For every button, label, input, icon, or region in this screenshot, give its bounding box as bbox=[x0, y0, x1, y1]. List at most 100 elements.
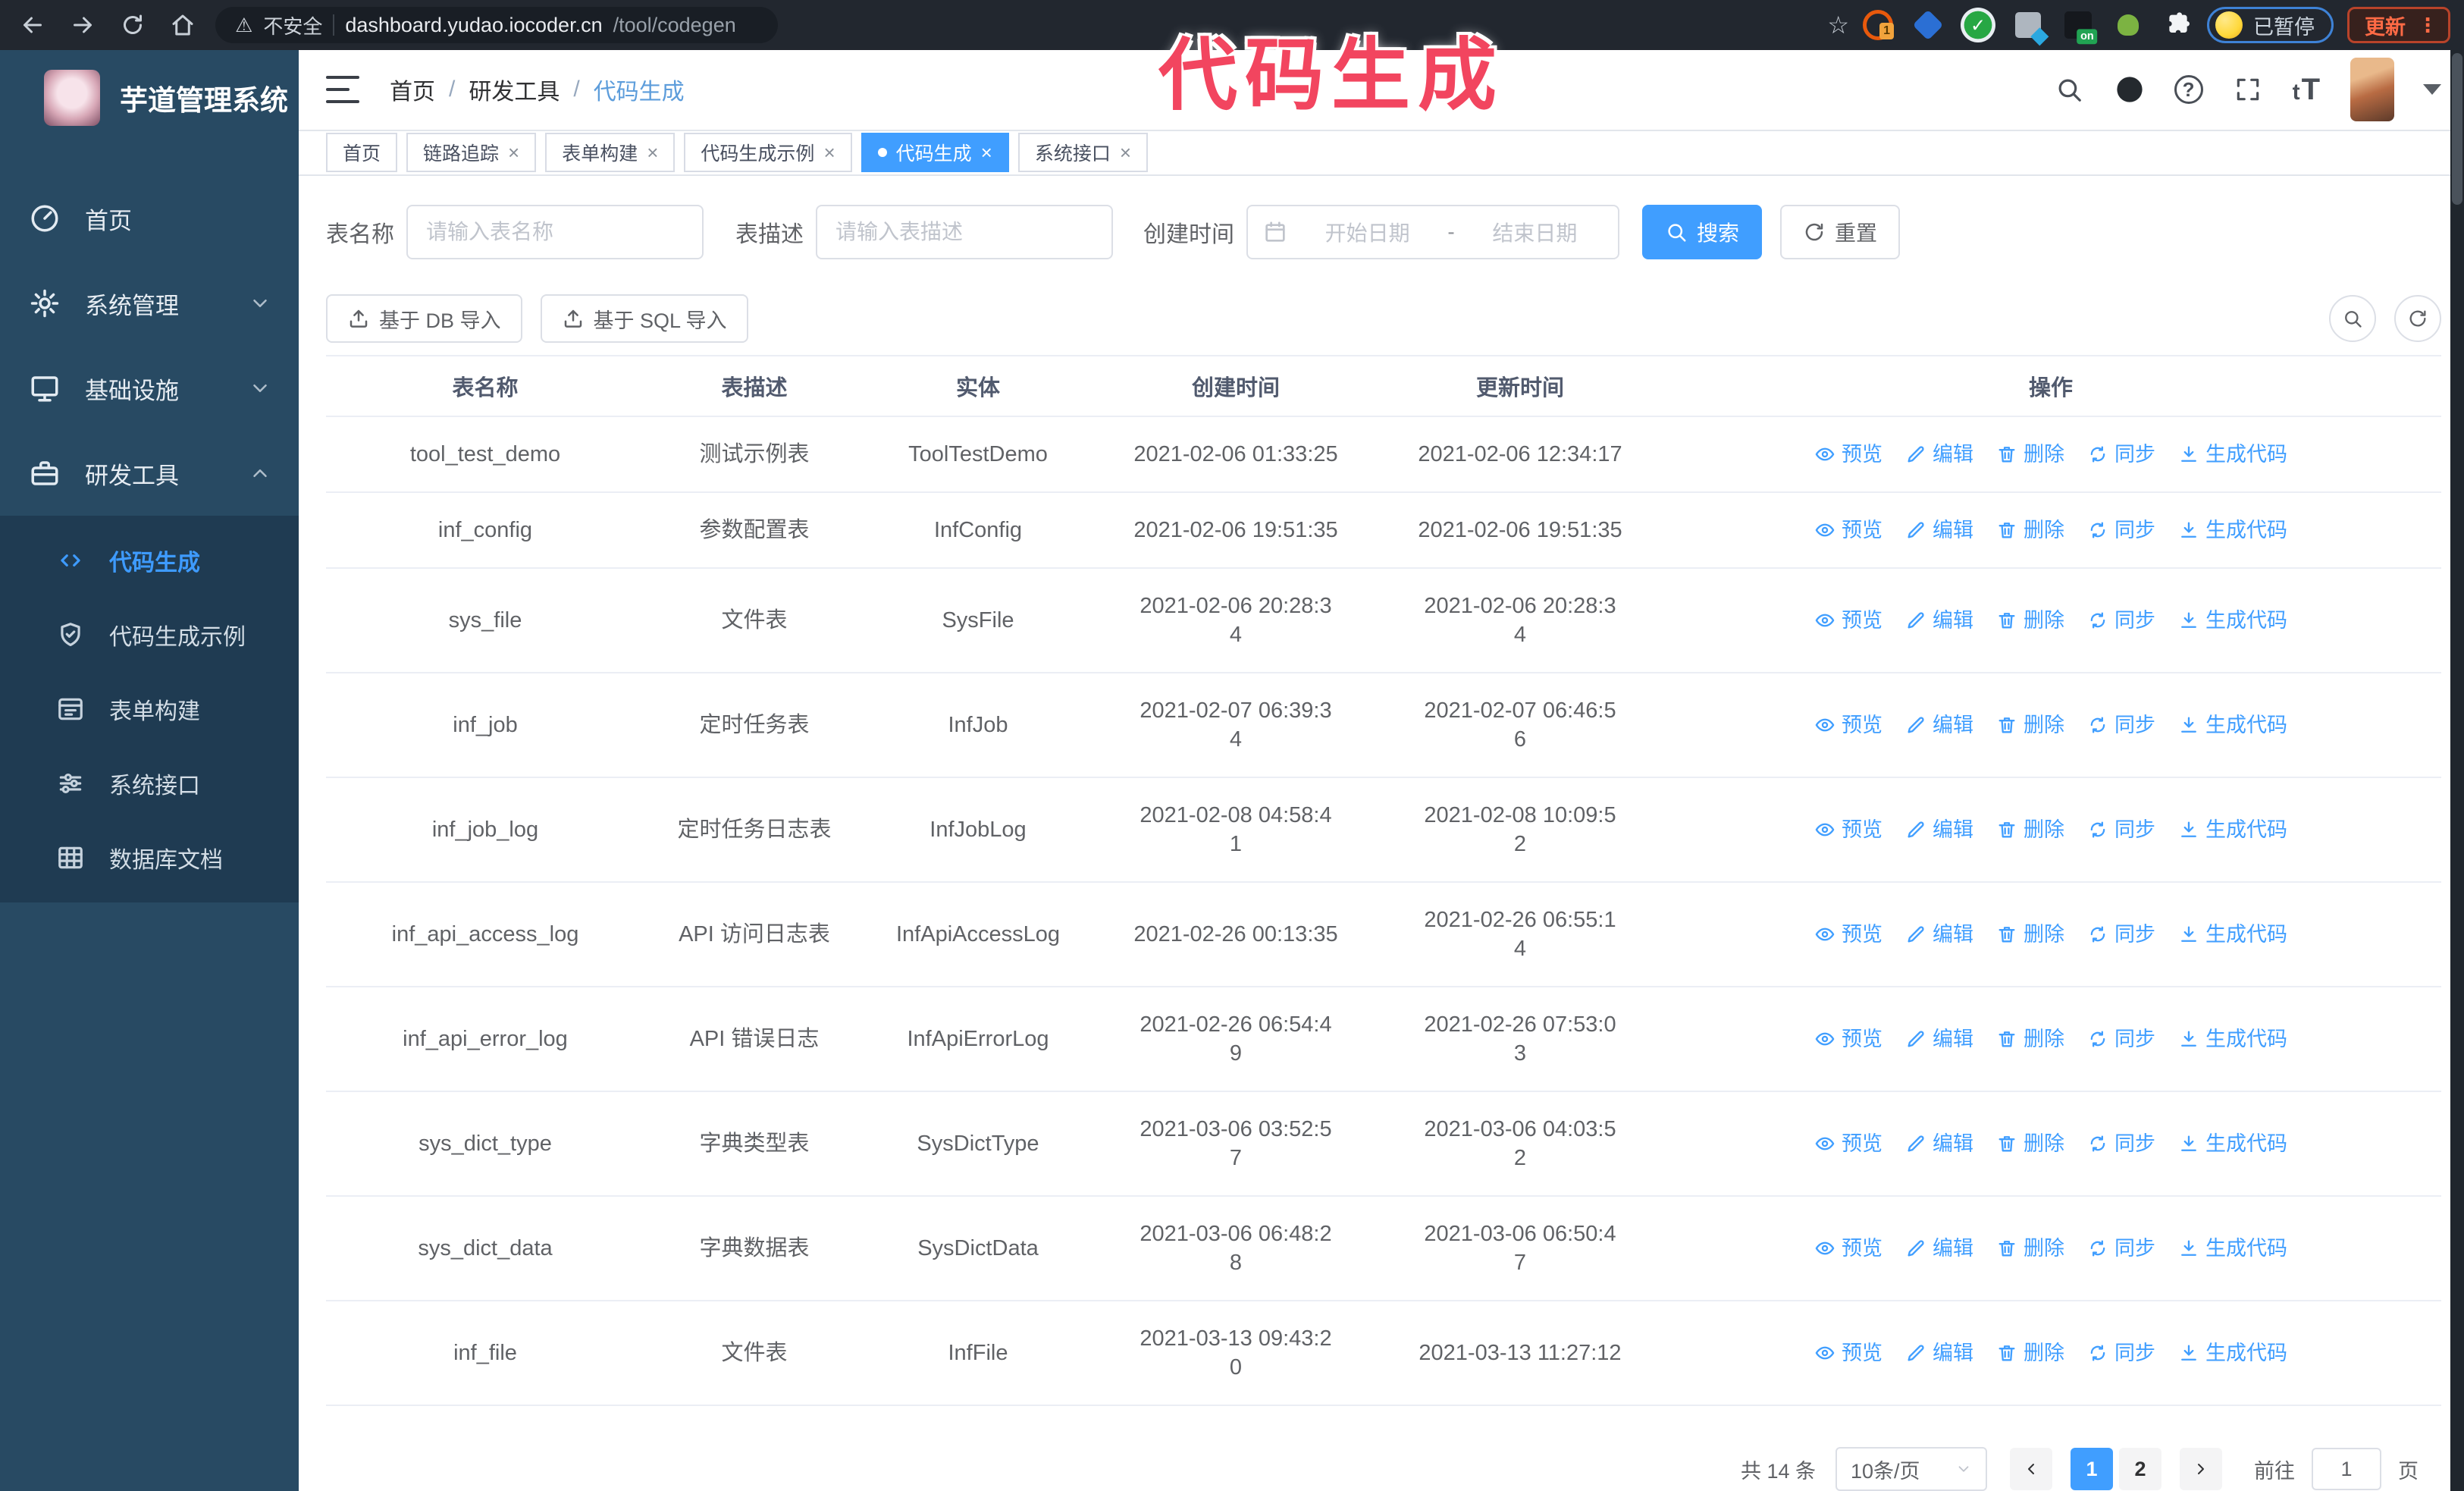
sidebar-collapse-icon[interactable] bbox=[326, 76, 359, 104]
orange-extension-icon[interactable]: 1 bbox=[1863, 10, 1894, 40]
row-action-trash[interactable]: 删除 bbox=[1996, 711, 2064, 739]
tab-4[interactable]: 代码生成 × bbox=[861, 133, 1009, 173]
row-action-eye[interactable]: 预览 bbox=[1814, 920, 1882, 949]
row-action-trash[interactable]: 删除 bbox=[1996, 440, 2064, 469]
breadcrumb-home[interactable]: 首页 bbox=[390, 73, 435, 106]
address-bar[interactable]: ⚠ 不安全 dashboard.yudao.iocoder.cn/tool/co… bbox=[215, 7, 778, 43]
bookmark-star-icon[interactable]: ☆ bbox=[1827, 11, 1849, 39]
row-action-trash[interactable]: 删除 bbox=[1996, 815, 2064, 844]
refresh-table-button[interactable] bbox=[2394, 295, 2441, 342]
sidebar-subitem-8[interactable]: 数据库文档 bbox=[0, 821, 299, 895]
browser-forward-icon[interactable] bbox=[68, 11, 97, 39]
date-range-picker[interactable]: 开始日期 - 结束日期 bbox=[1246, 205, 1619, 259]
tab-2[interactable]: 表单构建 × bbox=[545, 133, 676, 173]
green-check-extension-icon[interactable]: ✓ bbox=[1964, 11, 1992, 39]
row-action-sync[interactable]: 同步 bbox=[2087, 516, 2155, 545]
row-action-eye[interactable]: 预览 bbox=[1814, 516, 1882, 545]
row-action-pencil[interactable]: 编辑 bbox=[1905, 606, 1973, 635]
table-name-input[interactable] bbox=[406, 205, 704, 259]
sidebar-item-1[interactable]: 系统管理 bbox=[0, 261, 299, 346]
sidebar-subitem-4[interactable]: 代码生成 bbox=[0, 523, 299, 598]
close-icon[interactable]: × bbox=[1120, 143, 1131, 162]
tab-0[interactable]: 首页 bbox=[326, 133, 398, 173]
row-action-download[interactable]: 生成代码 bbox=[2178, 1234, 2287, 1263]
browser-home-icon[interactable] bbox=[168, 11, 197, 39]
row-action-pencil[interactable]: 编辑 bbox=[1905, 1129, 1973, 1158]
row-action-download[interactable]: 生成代码 bbox=[2178, 1129, 2287, 1158]
row-action-eye[interactable]: 预览 bbox=[1814, 1025, 1882, 1053]
import-sql-button[interactable]: 基于 SQL 导入 bbox=[540, 294, 748, 343]
toggle-search-button[interactable] bbox=[2329, 295, 2376, 342]
sidebar-subitem-5[interactable]: 代码生成示例 bbox=[0, 598, 299, 672]
row-action-sync[interactable]: 同步 bbox=[2087, 1234, 2155, 1263]
breadcrumb-dev-tools[interactable]: 研发工具 bbox=[469, 73, 560, 106]
row-action-sync[interactable]: 同步 bbox=[2087, 711, 2155, 739]
page-scrollbar[interactable] bbox=[2450, 50, 2464, 1491]
tab-1[interactable]: 链路追踪 × bbox=[406, 133, 537, 173]
row-action-eye[interactable]: 预览 bbox=[1814, 1234, 1882, 1263]
table-desc-input[interactable] bbox=[816, 205, 1113, 259]
next-page-button[interactable] bbox=[2180, 1448, 2222, 1490]
close-icon[interactable]: × bbox=[508, 143, 519, 162]
reset-button[interactable]: 重置 bbox=[1780, 205, 1901, 259]
close-icon[interactable]: × bbox=[981, 143, 992, 162]
row-action-eye[interactable]: 预览 bbox=[1814, 440, 1882, 469]
browser-back-icon[interactable] bbox=[18, 11, 47, 39]
row-action-eye[interactable]: 预览 bbox=[1814, 1129, 1882, 1158]
browser-reload-icon[interactable] bbox=[118, 11, 147, 39]
row-action-eye[interactable]: 预览 bbox=[1814, 815, 1882, 844]
row-action-pencil[interactable]: 编辑 bbox=[1905, 711, 1973, 739]
search-icon[interactable] bbox=[2053, 74, 2085, 105]
page-button-2[interactable]: 2 bbox=[2119, 1448, 2161, 1490]
row-action-trash[interactable]: 删除 bbox=[1996, 1129, 2064, 1158]
gem-extension-icon[interactable] bbox=[1912, 9, 1944, 41]
row-action-eye[interactable]: 预览 bbox=[1814, 1339, 1882, 1367]
tab-3[interactable]: 代码生成示例 × bbox=[684, 133, 852, 173]
row-action-pencil[interactable]: 编辑 bbox=[1905, 920, 1973, 949]
sidebar-item-2[interactable]: 基础设施 bbox=[0, 346, 299, 431]
puzzle-extension-icon[interactable] bbox=[2163, 10, 2193, 40]
search-button[interactable]: 搜索 bbox=[1642, 205, 1763, 259]
row-action-download[interactable]: 生成代码 bbox=[2178, 606, 2287, 635]
import-db-button[interactable]: 基于 DB 导入 bbox=[326, 294, 522, 343]
sidebar-subitem-6[interactable]: 表单构建 bbox=[0, 672, 299, 746]
user-menu-caret-icon[interactable] bbox=[2423, 84, 2441, 96]
row-action-sync[interactable]: 同步 bbox=[2087, 920, 2155, 949]
browser-update-button[interactable]: 更新 ⋮ bbox=[2347, 7, 2450, 43]
page-button-1[interactable]: 1 bbox=[2071, 1448, 2113, 1490]
row-action-download[interactable]: 生成代码 bbox=[2178, 711, 2287, 739]
fullscreen-icon[interactable] bbox=[2232, 74, 2264, 105]
row-action-sync[interactable]: 同步 bbox=[2087, 1129, 2155, 1158]
row-action-pencil[interactable]: 编辑 bbox=[1905, 1234, 1973, 1263]
row-action-pencil[interactable]: 编辑 bbox=[1905, 1025, 1973, 1053]
sidebar-item-3[interactable]: 研发工具 bbox=[0, 431, 299, 516]
tab-5[interactable]: 系统接口 × bbox=[1017, 133, 1149, 173]
browser-menu-dots-icon[interactable]: ⋮ bbox=[2418, 14, 2437, 37]
sidebar-subitem-7[interactable]: 系统接口 bbox=[0, 746, 299, 821]
row-action-eye[interactable]: 预览 bbox=[1814, 711, 1882, 739]
grid-extension-icon[interactable] bbox=[2015, 12, 2041, 38]
close-icon[interactable]: × bbox=[647, 143, 658, 162]
row-action-sync[interactable]: 同步 bbox=[2087, 440, 2155, 469]
row-action-trash[interactable]: 删除 bbox=[1996, 1339, 2064, 1367]
green-bot-extension-icon[interactable] bbox=[2118, 14, 2139, 36]
prev-page-button[interactable] bbox=[2010, 1448, 2052, 1490]
row-action-trash[interactable]: 删除 bbox=[1996, 606, 2064, 635]
row-action-download[interactable]: 生成代码 bbox=[2178, 1339, 2287, 1367]
goto-page-input[interactable] bbox=[2312, 1448, 2381, 1490]
sidebar-item-0[interactable]: 首页 bbox=[0, 176, 299, 261]
help-icon[interactable]: ? bbox=[2174, 75, 2203, 105]
row-action-pencil[interactable]: 编辑 bbox=[1905, 815, 1973, 844]
scrollbar-thumb[interactable] bbox=[2452, 53, 2462, 205]
text-size-icon[interactable]: tT bbox=[2293, 73, 2321, 107]
dark-on-extension-icon[interactable]: on bbox=[2064, 11, 2098, 45]
github-icon[interactable] bbox=[2114, 74, 2146, 105]
row-action-download[interactable]: 生成代码 bbox=[2178, 1025, 2287, 1053]
close-icon[interactable]: × bbox=[823, 143, 835, 162]
row-action-trash[interactable]: 删除 bbox=[1996, 1234, 2064, 1263]
row-action-eye[interactable]: 预览 bbox=[1814, 606, 1882, 635]
row-action-pencil[interactable]: 编辑 bbox=[1905, 440, 1973, 469]
row-action-download[interactable]: 生成代码 bbox=[2178, 516, 2287, 545]
row-action-download[interactable]: 生成代码 bbox=[2178, 440, 2287, 469]
row-action-sync[interactable]: 同步 bbox=[2087, 606, 2155, 635]
